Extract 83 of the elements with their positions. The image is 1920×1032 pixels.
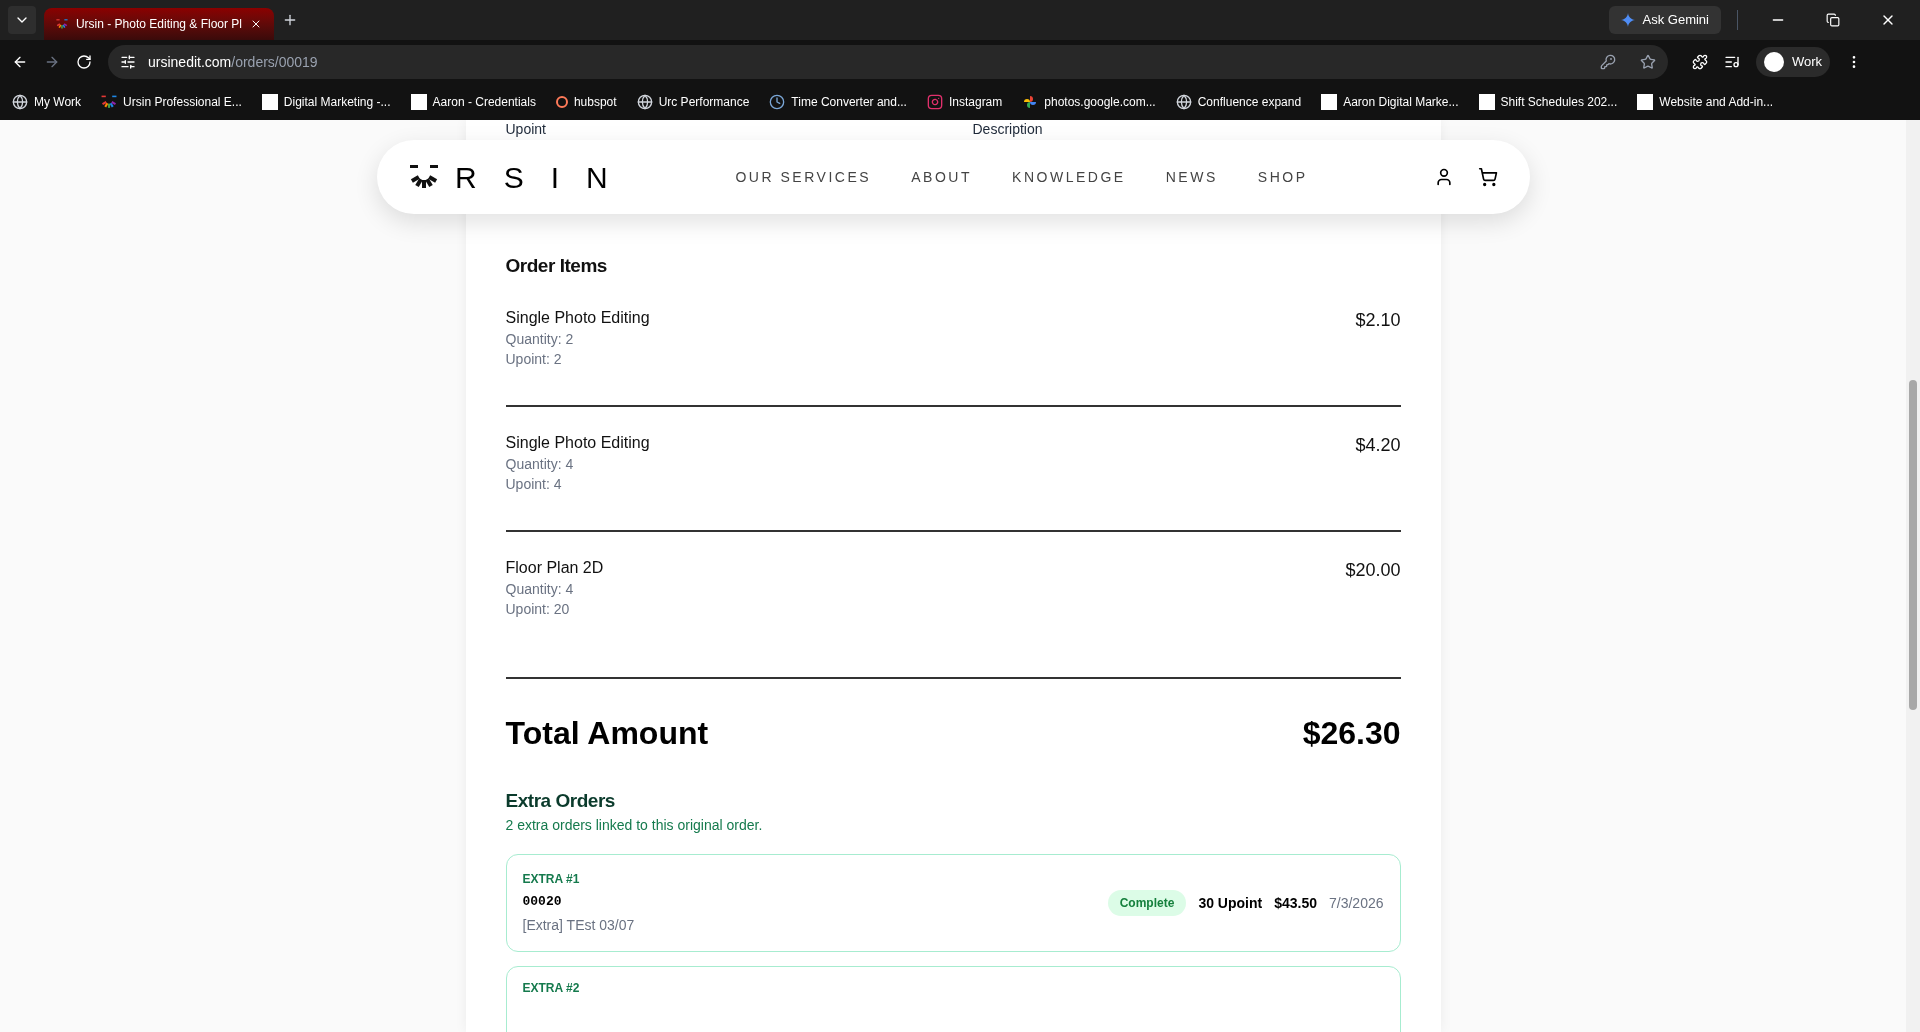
bookmark-link[interactable]: Time Converter and... [791, 93, 907, 111]
order-description: [Extra] TEst 03/07 [522, 916, 635, 936]
bookmark-link[interactable]: Shift Schedules 202... [1500, 93, 1618, 111]
bookmark-link[interactable]: photos.google.com... [1044, 93, 1156, 111]
media-icon[interactable] [1724, 54, 1740, 70]
scrollbar[interactable] [1906, 120, 1920, 1032]
id-icon [1478, 94, 1495, 110]
id-icon [1321, 94, 1338, 110]
item-price: $2.10 [1355, 308, 1401, 332]
forward-icon[interactable] [44, 54, 60, 70]
extra-label: EXTRA #2 [522, 980, 580, 997]
bookmark-link[interactable]: My Work [34, 93, 82, 111]
item-name: Floor Plan 2D [505, 557, 604, 578]
bookmark-link[interactable]: Aaron - Credentials [432, 93, 536, 111]
url-text: ursinedit.com/orders/00019 [148, 52, 318, 72]
star-icon[interactable] [1640, 54, 1656, 70]
status-badge: Complete [1107, 890, 1187, 916]
avatar-icon [1764, 52, 1784, 72]
column-heading: Description [972, 120, 1043, 139]
nav-link[interactable]: NEWS [1165, 166, 1218, 188]
id-icon [261, 94, 278, 110]
address-bar[interactable]: ursinedit.com/orders/00019 [108, 45, 1668, 79]
globe-icon [1175, 94, 1192, 110]
bookmark-link[interactable]: Website and Add-in... [1659, 93, 1774, 111]
logo-text[interactable]: RSIN [455, 154, 635, 200]
extra-order-card[interactable]: EXTRA #1 00020 [Extra] TEst 03/07 Complete 30 Upoint $43.50 7/3/2026 [505, 854, 1401, 952]
nav-link[interactable]: KNOWLEDGE [1012, 166, 1126, 188]
clock-icon [769, 94, 786, 110]
extensions-icon[interactable] [1692, 54, 1708, 70]
order-number: 00020 [522, 892, 563, 911]
nav-link[interactable]: OUR SERVICES [735, 166, 872, 188]
item-quantity: Quantity: 2 [505, 329, 575, 349]
pinwheel-icon [1022, 94, 1039, 110]
order-date: 7/3/2026 [1329, 893, 1384, 913]
bookmark-link[interactable]: Instagram [948, 93, 1003, 111]
section-title: Order Items [505, 254, 608, 278]
item-price: $20.00 [1345, 558, 1401, 582]
total-value: $26.30 [1302, 713, 1401, 753]
bookmark-link[interactable]: hubspot [573, 93, 617, 111]
id-icon [1637, 94, 1654, 110]
nav-link[interactable]: ABOUT [911, 166, 973, 188]
globe-icon [12, 94, 28, 110]
item-upoint: Upoint: 2 [505, 349, 563, 369]
order-upoint: 30 Upoint [1198, 893, 1263, 913]
sparkle-icon [1620, 13, 1635, 27]
item-upoint: Upoint: 4 [505, 474, 563, 494]
item-upoint: Upoint: 20 [505, 599, 571, 619]
item-name: Single Photo Editing [505, 432, 650, 453]
ask-button[interactable]: Ask Gemini [1608, 6, 1721, 34]
item-price: $4.20 [1355, 433, 1401, 457]
browser-tab[interactable]: Ursin - Photo Editing & Floor Pl [44, 8, 274, 40]
item-quantity: Quantity: 4 [505, 454, 575, 474]
site-settings-icon[interactable] [120, 54, 136, 70]
new-tab-icon[interactable] [282, 12, 298, 28]
back-icon[interactable] [12, 54, 28, 70]
camera-icon [926, 94, 943, 110]
bookmark-link[interactable]: Confluence expand [1197, 93, 1302, 111]
order-price: $43.50 [1274, 893, 1317, 913]
section-title: Extra Orders [505, 788, 616, 813]
logo-icon [101, 94, 118, 110]
tab-title: Ursin - Photo Editing & Floor Pl [75, 16, 243, 33]
bookmark-link[interactable]: Digital Marketing -... [283, 93, 391, 111]
extra-order-card[interactable]: EXTRA #2 [505, 966, 1401, 1032]
key-icon[interactable] [1600, 54, 1616, 70]
cart-icon[interactable] [1478, 167, 1498, 187]
hub-icon [555, 96, 568, 108]
user-icon[interactable] [1434, 167, 1454, 187]
extra-label: EXTRA #1 [522, 870, 581, 888]
globe-icon [636, 94, 653, 110]
id-icon [410, 94, 427, 110]
item-name: Single Photo Editing [505, 307, 650, 328]
reload-icon[interactable] [76, 54, 92, 70]
column-heading: Upoint [505, 120, 547, 139]
total-label: Total Amount [505, 713, 709, 753]
section-subtitle: 2 extra orders linked to this original order. [505, 816, 764, 835]
restore-icon[interactable] [1826, 13, 1840, 27]
tab-list-button[interactable] [8, 6, 36, 34]
profile-button[interactable]: Work [1756, 47, 1831, 77]
item-quantity: Quantity: 4 [505, 579, 575, 599]
bookmark-link[interactable]: Urc Performance [658, 93, 750, 111]
nav-link[interactable]: SHOP [1257, 166, 1308, 188]
bookmark-link[interactable]: Ursin Professional E... [123, 93, 242, 111]
bookmark-link[interactable]: Aaron Digital Marke... [1343, 93, 1459, 111]
